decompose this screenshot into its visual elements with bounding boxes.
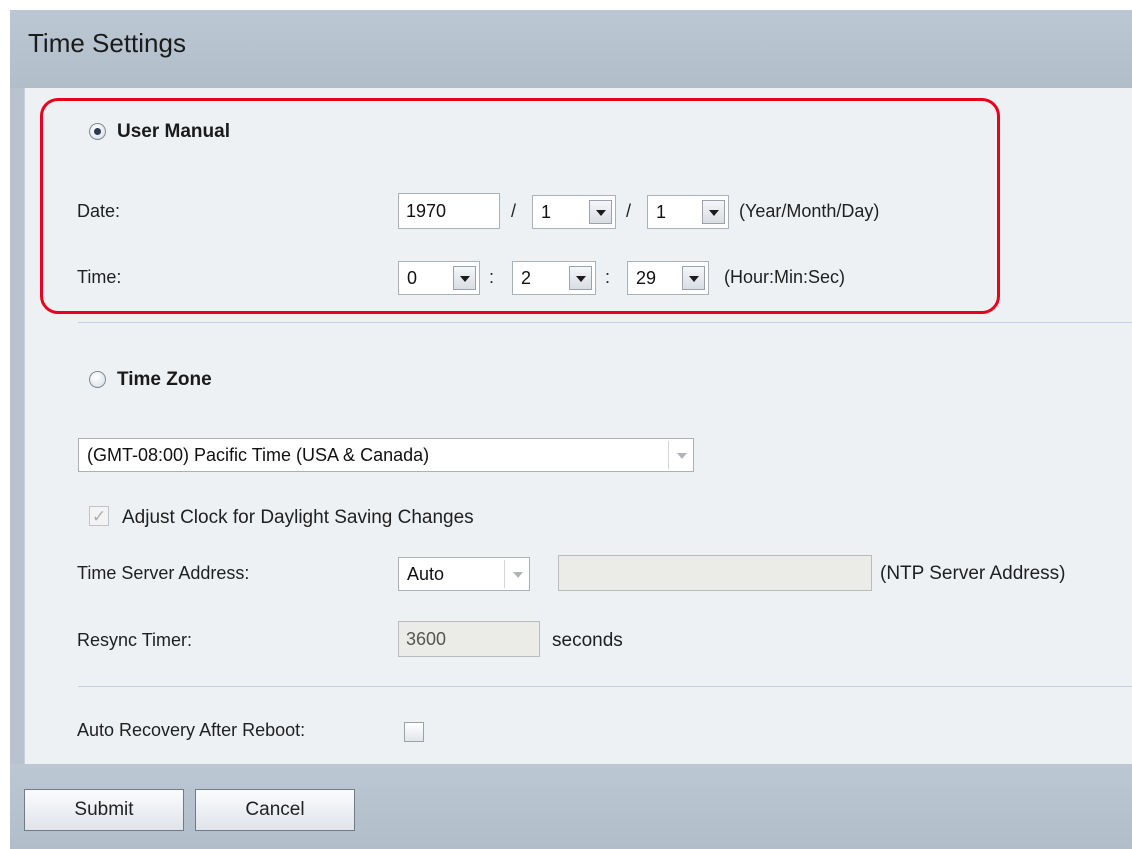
ntp-server-hint: (NTP Server Address) xyxy=(880,563,1066,584)
submit-button[interactable]: Submit xyxy=(24,789,184,831)
time-server-mode-value: Auto xyxy=(407,564,445,584)
resync-timer-label: Resync Timer: xyxy=(77,630,193,650)
chevron-down-icon xyxy=(668,441,691,469)
time-zone-radio[interactable] xyxy=(89,371,106,388)
left-strip xyxy=(10,88,24,764)
resync-timer-unit: seconds xyxy=(552,630,623,651)
chevron-down-icon xyxy=(504,560,527,588)
auto-recovery-label: Auto Recovery After Reboot: xyxy=(77,720,306,740)
divider xyxy=(78,322,1132,323)
time-zone-value: (GMT-08:00) Pacific Time (USA & Canada) xyxy=(87,445,430,465)
time-zone-label: Time Zone xyxy=(117,369,212,390)
time-server-label: Time Server Address: xyxy=(77,563,250,583)
daylight-saving-checkbox[interactable]: ✓ xyxy=(89,506,109,526)
time-server-mode-select[interactable]: Auto xyxy=(398,557,530,591)
time-zone-select[interactable]: (GMT-08:00) Pacific Time (USA & Canada) xyxy=(78,438,694,472)
page-title: Time Settings xyxy=(28,28,186,58)
highlight-annotation xyxy=(40,98,1000,314)
divider xyxy=(78,686,1132,687)
resync-timer-input[interactable]: 3600 xyxy=(398,621,540,657)
auto-recovery-checkbox[interactable] xyxy=(404,722,424,742)
ntp-server-input[interactable] xyxy=(558,555,872,591)
daylight-saving-label: Adjust Clock for Daylight Saving Changes xyxy=(122,507,474,528)
cancel-button[interactable]: Cancel xyxy=(195,789,355,831)
